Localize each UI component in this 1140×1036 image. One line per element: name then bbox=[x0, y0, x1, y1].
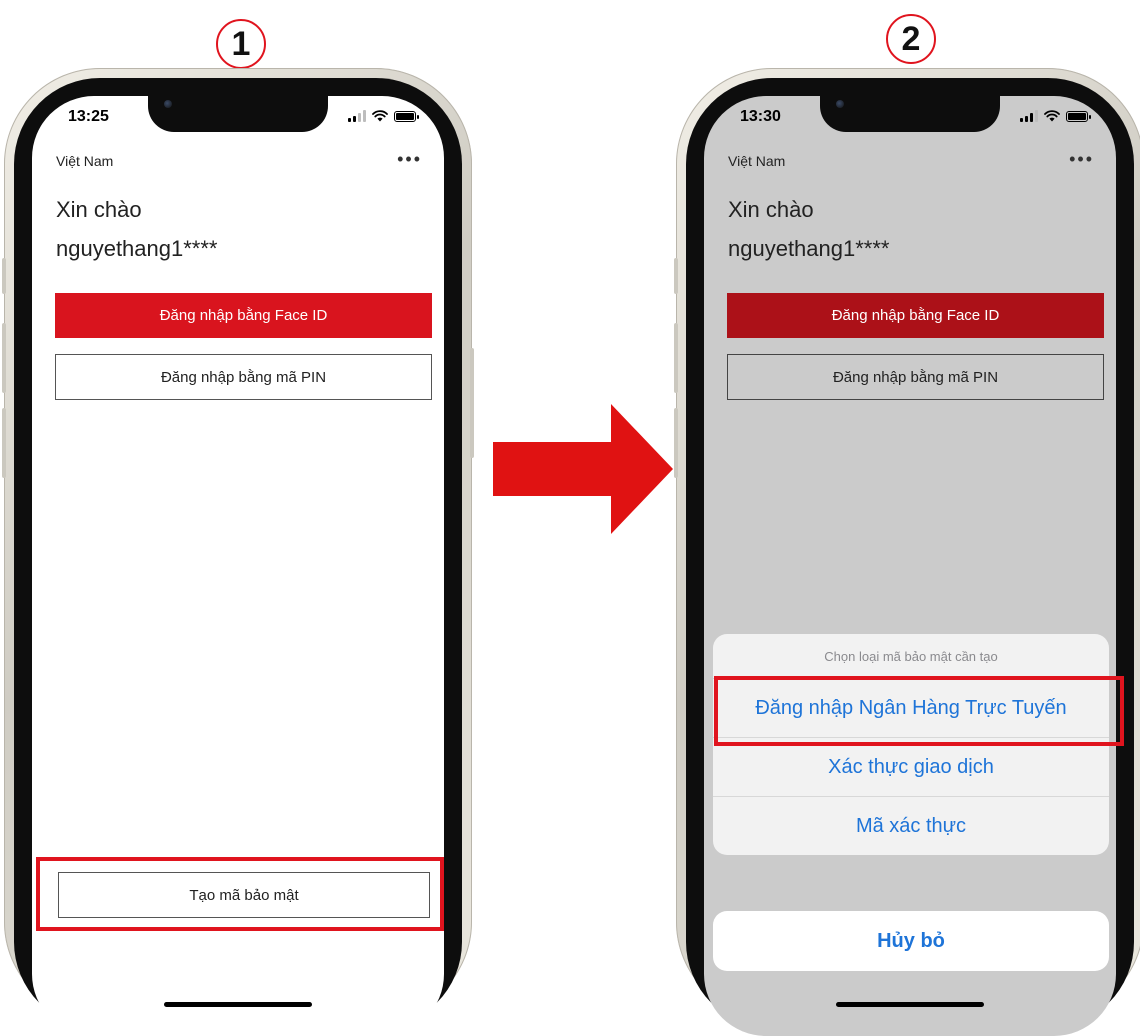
greeting: Xin chào bbox=[56, 197, 142, 222]
action-sheet-title: Chọn loại mã bảo mật cần tạo bbox=[713, 634, 1109, 679]
pin-login-button[interactable]: Đăng nhập bằng mã PIN bbox=[727, 354, 1104, 400]
username: nguyethang1**** bbox=[728, 236, 890, 261]
option-auth-code[interactable]: Mã xác thực bbox=[713, 797, 1109, 855]
option-transaction-auth[interactable]: Xác thực giao dịch bbox=[713, 738, 1109, 797]
right-arrow-icon bbox=[493, 404, 673, 534]
status-time: 13:30 bbox=[740, 108, 781, 125]
action-sheet: Chọn loại mã bảo mật cần tạo Đăng nhập N… bbox=[713, 634, 1109, 855]
battery-icon bbox=[394, 110, 419, 122]
phone-1-screen: 13:25 Việt Nam ••• Xin chào nguyethang1*… bbox=[32, 96, 444, 1036]
notch bbox=[820, 96, 1000, 132]
wifi-icon bbox=[1044, 110, 1060, 122]
pin-login-button[interactable]: Đăng nhập bằng mã PIN bbox=[55, 354, 432, 400]
home-indicator[interactable] bbox=[164, 1002, 312, 1007]
status-icons bbox=[1020, 110, 1091, 122]
cancel-button[interactable]: Hủy bỏ bbox=[713, 911, 1109, 971]
signal-icon bbox=[348, 110, 366, 122]
home-indicator[interactable] bbox=[836, 1002, 984, 1007]
faceid-login-button[interactable]: Đăng nhập bằng Face ID bbox=[55, 293, 432, 338]
more-icon[interactable]: ••• bbox=[397, 150, 422, 168]
status-icons bbox=[348, 110, 419, 122]
greeting: Xin chào bbox=[728, 197, 814, 222]
option-online-banking-login[interactable]: Đăng nhập Ngân Hàng Trực Tuyến bbox=[713, 679, 1109, 738]
signal-icon bbox=[1020, 110, 1038, 122]
country-label[interactable]: Việt Nam bbox=[56, 153, 113, 169]
phone-2: 13:30 Việt Nam ••• Xin chào nguyethang1*… bbox=[674, 68, 1140, 1036]
phone-2-screen: 13:30 Việt Nam ••• Xin chào nguyethang1*… bbox=[704, 96, 1116, 1036]
create-security-code-button[interactable]: Tạo mã bảo mật bbox=[58, 872, 430, 918]
step-2-badge: 2 bbox=[886, 14, 936, 64]
notch bbox=[148, 96, 328, 132]
phone-1: 13:25 Việt Nam ••• Xin chào nguyethang1*… bbox=[2, 68, 474, 1036]
status-time: 13:25 bbox=[68, 108, 109, 125]
step-1-badge: 1 bbox=[216, 19, 266, 69]
wifi-icon bbox=[372, 110, 388, 122]
username: nguyethang1**** bbox=[56, 236, 218, 261]
country-label[interactable]: Việt Nam bbox=[728, 153, 785, 169]
battery-icon bbox=[1066, 110, 1091, 122]
faceid-login-button[interactable]: Đăng nhập bằng Face ID bbox=[727, 293, 1104, 338]
more-icon[interactable]: ••• bbox=[1069, 150, 1094, 168]
